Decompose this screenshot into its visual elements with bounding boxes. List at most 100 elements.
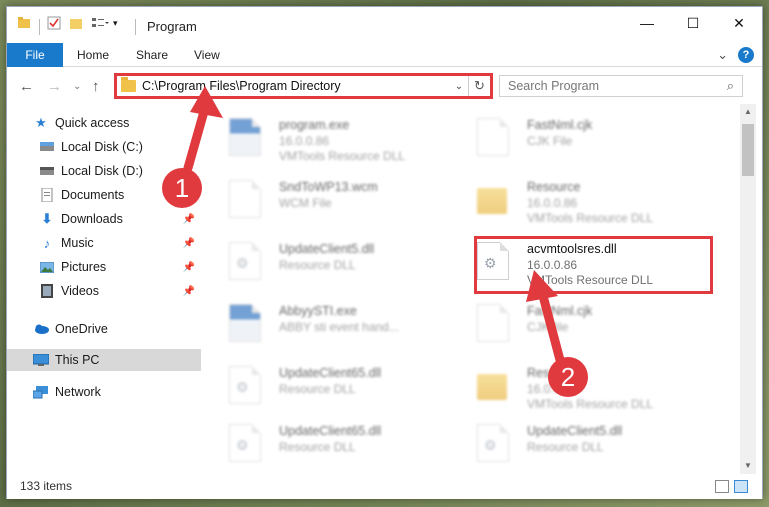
folder-icon: [477, 188, 507, 214]
drive-icon: [39, 140, 55, 154]
search-input[interactable]: Search Program ⌕: [499, 75, 743, 97]
sidebar-item-label: OneDrive: [55, 322, 108, 336]
pin-icon[interactable]: 📌: [183, 214, 195, 225]
sidebar-item-onedrive[interactable]: OneDrive: [7, 318, 201, 340]
dropdown-caret-icon: ▾: [113, 17, 118, 28]
document-file-icon: [477, 118, 509, 156]
view-list-icon: [92, 18, 109, 27]
tab-home[interactable]: Home: [69, 43, 117, 67]
sidebar-item-label: Downloads: [61, 212, 123, 226]
sidebar-item-label: Quick access: [55, 116, 130, 130]
file-item[interactable]: SndToWP13.wcm WCM File: [207, 170, 453, 226]
sidebar-item-label: Network: [55, 385, 101, 399]
recent-locations-icon[interactable]: ⌄: [73, 81, 81, 92]
file-item[interactable]: ⚙ UpdateClient5.dll Resource DLL: [455, 414, 701, 470]
dll-file-icon: ⚙: [477, 424, 509, 462]
pictures-icon: [39, 260, 55, 274]
sidebar-item-label: Music: [61, 236, 94, 250]
expand-ribbon-icon[interactable]: ⌄: [717, 47, 728, 63]
star-icon: ★: [35, 115, 47, 130]
pin-icon[interactable]: 📌: [183, 262, 195, 273]
sidebar-item-local-disk-c[interactable]: Local Disk (C:): [7, 136, 201, 158]
sidebar-item-pictures[interactable]: Pictures 📌: [7, 256, 201, 278]
pin-icon[interactable]: 📌: [183, 286, 195, 297]
sidebar-item-label: Local Disk (D:): [61, 164, 143, 178]
file-item[interactable]: ⚙ UpdateClient65.dll Resource DLL: [207, 356, 453, 412]
file-item[interactable]: Resource 16.0.0.86 VMTools Resource DLL: [455, 170, 701, 226]
window-title: Program: [147, 19, 197, 34]
vertical-scrollbar[interactable]: ▲ ▼: [740, 104, 756, 474]
sidebar-item-label: Documents: [61, 188, 125, 202]
step-1-badge: 1: [162, 168, 202, 208]
refresh-icon[interactable]: ↻: [468, 76, 490, 96]
sidebar-item-music[interactable]: ♪ Music 📌: [7, 232, 201, 254]
document-file-icon: [229, 180, 261, 218]
videos-icon: [39, 284, 55, 298]
new-folder-button[interactable]: [69, 16, 83, 30]
download-icon: ⬇: [41, 211, 53, 226]
address-row: ← → ⌄ ↑ C:\Program Files\Program Directo…: [7, 68, 762, 104]
dll-file-icon: ⚙: [229, 424, 261, 462]
item-count: 133 items: [20, 479, 73, 493]
properties-button[interactable]: [47, 16, 61, 30]
address-bar[interactable]: C:\Program Files\Program Directory ⌄ ↻: [114, 73, 493, 99]
sidebar-item-label: Videos: [61, 284, 99, 298]
file-item[interactable]: ⚙ UpdateClient5.dll Resource DLL: [207, 232, 453, 288]
back-arrow-icon[interactable]: ←: [19, 78, 34, 95]
folder-icon: [18, 17, 30, 28]
sidebar-item-videos[interactable]: Videos 📌: [7, 280, 201, 302]
status-bar: 133 items: [7, 474, 762, 499]
file-explorer-window: ▾ Program — ☐ ✕ File Home Share View ⌄ ?…: [6, 6, 763, 499]
file-item[interactable]: program.exe 16.0.0.86 VMTools Resource D…: [207, 108, 453, 164]
file-item[interactable]: AbbyySTI.exe ABBY sti event hand...: [207, 294, 453, 350]
file-item[interactable]: ⚙ UpdateClient65.dll Resource DLL: [207, 414, 453, 470]
file-list: program.exe 16.0.0.86 VMTools Resource D…: [207, 104, 738, 474]
documents-icon: [39, 188, 55, 202]
maximize-button[interactable]: ☐: [670, 7, 716, 39]
sidebar-item-this-pc[interactable]: This PC: [7, 349, 201, 371]
file-item[interactable]: FastNml.cjk CJK file: [455, 294, 701, 350]
tab-view[interactable]: View: [186, 43, 228, 67]
sidebar-item-label: Local Disk (C:): [61, 140, 143, 154]
forward-arrow-icon[interactable]: →: [47, 78, 62, 95]
sidebar-item-network[interactable]: Network: [7, 381, 201, 403]
sidebar-item-label: Pictures: [61, 260, 107, 274]
large-icons-view-icon[interactable]: [734, 480, 748, 493]
drive-icon: [39, 164, 55, 178]
up-arrow-icon[interactable]: ↑: [92, 78, 100, 95]
checklist-icon: [47, 16, 61, 30]
customize-toolbar-button[interactable]: ▾: [91, 16, 118, 30]
title-bar: ▾ Program — ☐ ✕: [7, 7, 762, 43]
highlight-box: [474, 236, 713, 294]
address-dropdown-icon[interactable]: ⌄: [450, 81, 468, 92]
scroll-thumb[interactable]: [742, 124, 754, 176]
sidebar-item-downloads[interactable]: ⬇ Downloads 📌: [7, 208, 201, 230]
minimize-button[interactable]: —: [624, 7, 670, 39]
exe-file-icon: [229, 304, 261, 342]
music-icon: ♪: [43, 235, 51, 251]
tab-file[interactable]: File: [7, 43, 63, 67]
folder-icon: [121, 77, 136, 92]
exe-file-icon: [229, 118, 261, 156]
scroll-down-icon[interactable]: ▼: [740, 458, 756, 474]
sidebar-item-label: This PC: [55, 353, 100, 367]
cloud-icon: [33, 322, 49, 336]
help-icon[interactable]: ?: [738, 47, 754, 63]
step-2-badge: 2: [548, 357, 588, 397]
address-path[interactable]: C:\Program Files\Program Directory: [142, 79, 450, 93]
file-item[interactable]: FastNml.cjk CJK File: [455, 108, 701, 164]
tab-share[interactable]: Share: [128, 43, 176, 67]
new-folder-icon: [70, 19, 82, 29]
dll-file-icon: ⚙: [229, 366, 261, 404]
close-button[interactable]: ✕: [716, 7, 762, 39]
document-file-icon: [477, 304, 509, 342]
pin-icon[interactable]: 📌: [183, 238, 195, 249]
scroll-up-icon[interactable]: ▲: [740, 104, 756, 120]
search-icon: ⌕: [726, 78, 734, 93]
sidebar-item-quick-access[interactable]: ★ Quick access: [7, 112, 201, 134]
ribbon-tabs: File Home Share View ⌄ ?: [7, 43, 762, 67]
details-view-icon[interactable]: [715, 480, 729, 493]
quick-access-toolbar: [17, 16, 31, 30]
dll-file-icon: ⚙: [229, 242, 261, 280]
navigation-pane: ★ Quick access Local Disk (C:) Local Dis…: [7, 108, 201, 474]
